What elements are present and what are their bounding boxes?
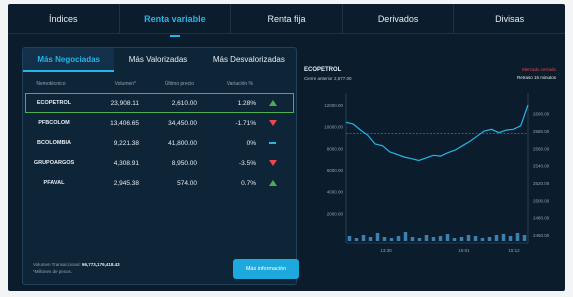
table-header: Nemotécnico Volumen* Último precio Varia… xyxy=(23,75,296,93)
table-row[interactable]: BCOLOMBIA 9,221.38 41,800.00 0% xyxy=(25,133,294,153)
table-row[interactable]: ECOPETROL 23,908.11 2,610.00 1.28% xyxy=(25,93,294,113)
volume-bar xyxy=(501,234,506,241)
y-tick-label-left: 2000.00 xyxy=(327,211,344,216)
more-info-button[interactable]: Más información xyxy=(233,259,299,279)
subtab-mas-desvalorizadas[interactable]: Más Desvalorizadas xyxy=(202,48,296,72)
top-navigation: Índices Renta variable Renta fija Deriva… xyxy=(8,4,565,37)
row-name: PFBCOLOM xyxy=(38,120,70,126)
price-line xyxy=(345,104,529,162)
triangle-up-icon xyxy=(268,180,277,186)
row-variation: -1.71% xyxy=(235,119,256,127)
row-volume: 9,221.38 xyxy=(113,139,139,147)
volume-bar xyxy=(410,237,415,241)
row-price: 34,450.00 xyxy=(168,119,197,127)
y-tick-label-right: 2520.00 xyxy=(533,181,550,186)
x-tick-label: 15:12 xyxy=(508,248,520,253)
triangle-down-icon xyxy=(268,120,277,126)
row-name: PFAVAL xyxy=(43,180,65,186)
column-header-ultimo-precio: Último precio xyxy=(164,81,194,87)
y-tick-label-right: 2480.00 xyxy=(533,216,550,221)
price-chart-panel: ECOPETROL Cierre anterior 2,577.00 Merca… xyxy=(302,47,560,285)
volume-bar xyxy=(487,237,492,241)
row-price: 574.00 xyxy=(177,179,197,187)
row-variation: 0.7% xyxy=(241,179,256,187)
stocks-panel: Más Negociadas Más Valorizadas Más Desva… xyxy=(22,47,299,285)
volume-bar xyxy=(522,235,527,241)
transaction-volume-note: Volumen Transaccional: 66,773,179,418.43… xyxy=(33,261,120,275)
volume-bar xyxy=(417,238,422,241)
volume-bar xyxy=(494,235,499,241)
volume-bar xyxy=(361,235,366,241)
volume-bar xyxy=(424,235,429,241)
y-tick-label-left: 10000.00 xyxy=(324,125,343,130)
volume-bar xyxy=(445,234,450,241)
volume-bar xyxy=(347,236,352,241)
volume-bar xyxy=(354,238,359,241)
row-name: GRUPOARGOS xyxy=(33,160,75,166)
stocks-subtabs: Más Negociadas Más Valorizadas Más Desva… xyxy=(23,48,296,72)
volume-bar xyxy=(480,238,485,241)
y-tick-label-left: 12000.00 xyxy=(324,103,343,108)
table-row[interactable]: PFAVAL 2,945.38 574.00 0.7% xyxy=(25,173,294,193)
row-variation: 0% xyxy=(246,139,256,147)
volume-bar xyxy=(382,237,387,241)
row-variation: -3.5% xyxy=(239,159,256,167)
transaction-volume-label: Volumen Transaccional: xyxy=(33,262,81,267)
row-volume: 13,406.65 xyxy=(110,119,139,127)
table-row[interactable]: PFBCOLOM 13,406.65 34,450.00 -1.71% xyxy=(25,113,294,133)
x-tick-label: 13:30 xyxy=(380,248,392,253)
tab-renta-variable[interactable]: Renta variable xyxy=(120,4,232,37)
volume-bar xyxy=(403,232,408,241)
y-tick-label-right: 2500.00 xyxy=(533,198,550,203)
row-volume: 2,945.38 xyxy=(113,179,139,187)
row-volume: 4,308.91 xyxy=(113,159,139,167)
subtab-mas-valorizadas[interactable]: Más Valorizadas xyxy=(114,48,201,72)
column-header-variacion: Variación % xyxy=(226,81,253,87)
column-header-nemotecnico: Nemotécnico xyxy=(36,81,66,87)
y-tick-label-right: 2460.00 xyxy=(533,233,550,238)
row-name: ECOPETROL xyxy=(36,100,72,106)
y-tick-label-right: 2540.00 xyxy=(533,164,550,169)
table-row[interactable]: GRUPOARGOS 4,308.91 8,950.00 -3.5% xyxy=(25,153,294,173)
volume-bar xyxy=(466,235,471,241)
triangle-up-icon xyxy=(268,100,277,106)
row-price: 8,950.00 xyxy=(171,159,197,167)
tab-derivados[interactable]: Derivados xyxy=(343,4,455,33)
y-tick-label-left: 6000.00 xyxy=(327,168,344,173)
column-header-volumen: Volumen* xyxy=(114,81,136,87)
volume-bar xyxy=(515,233,520,241)
price-chart[interactable]: 2600.00 2580.00 2560.00 2540.00 2520.00 2500.… xyxy=(302,47,560,285)
row-name: BCOLOMBIA xyxy=(37,140,71,146)
transaction-volume-value: 66,773,179,418.43 xyxy=(82,262,120,267)
tab-renta-fija[interactable]: Renta fija xyxy=(231,4,343,33)
tab-divisas[interactable]: Divisas xyxy=(454,4,565,33)
volume-bar xyxy=(508,236,513,241)
y-tick-label-right: 2600.00 xyxy=(533,112,550,117)
volume-bar xyxy=(396,236,401,241)
volume-bar xyxy=(368,237,373,241)
row-price: 2,610.00 xyxy=(171,99,197,107)
volume-bar xyxy=(389,238,394,241)
y-tick-label-right: 2580.00 xyxy=(533,129,550,134)
volume-bar xyxy=(473,236,478,241)
subtab-mas-negociadas[interactable]: Más Negociadas xyxy=(23,48,115,72)
y-tick-label-right: 2560.00 xyxy=(533,146,550,151)
volume-bar xyxy=(431,237,436,241)
row-price: 41,800.00 xyxy=(168,139,197,147)
market-screen: Índices Renta variable Renta fija Deriva… xyxy=(8,4,565,291)
millions-note: *Millones de pesos. xyxy=(33,269,73,274)
volume-bar xyxy=(438,236,443,241)
row-volume: 23,908.11 xyxy=(110,99,139,107)
y-tick-label-left: 8000.00 xyxy=(327,146,344,151)
tab-indices[interactable]: Índices xyxy=(8,4,120,33)
volume-bar xyxy=(459,237,464,241)
dash-icon xyxy=(269,142,276,144)
x-tick-label: 15:01 xyxy=(458,248,470,253)
triangle-down-icon xyxy=(268,160,277,166)
volume-bar xyxy=(452,238,457,241)
volume-bar xyxy=(375,233,380,241)
row-variation: 1.28% xyxy=(237,99,256,107)
y-tick-label-left: 4000.00 xyxy=(327,190,344,195)
